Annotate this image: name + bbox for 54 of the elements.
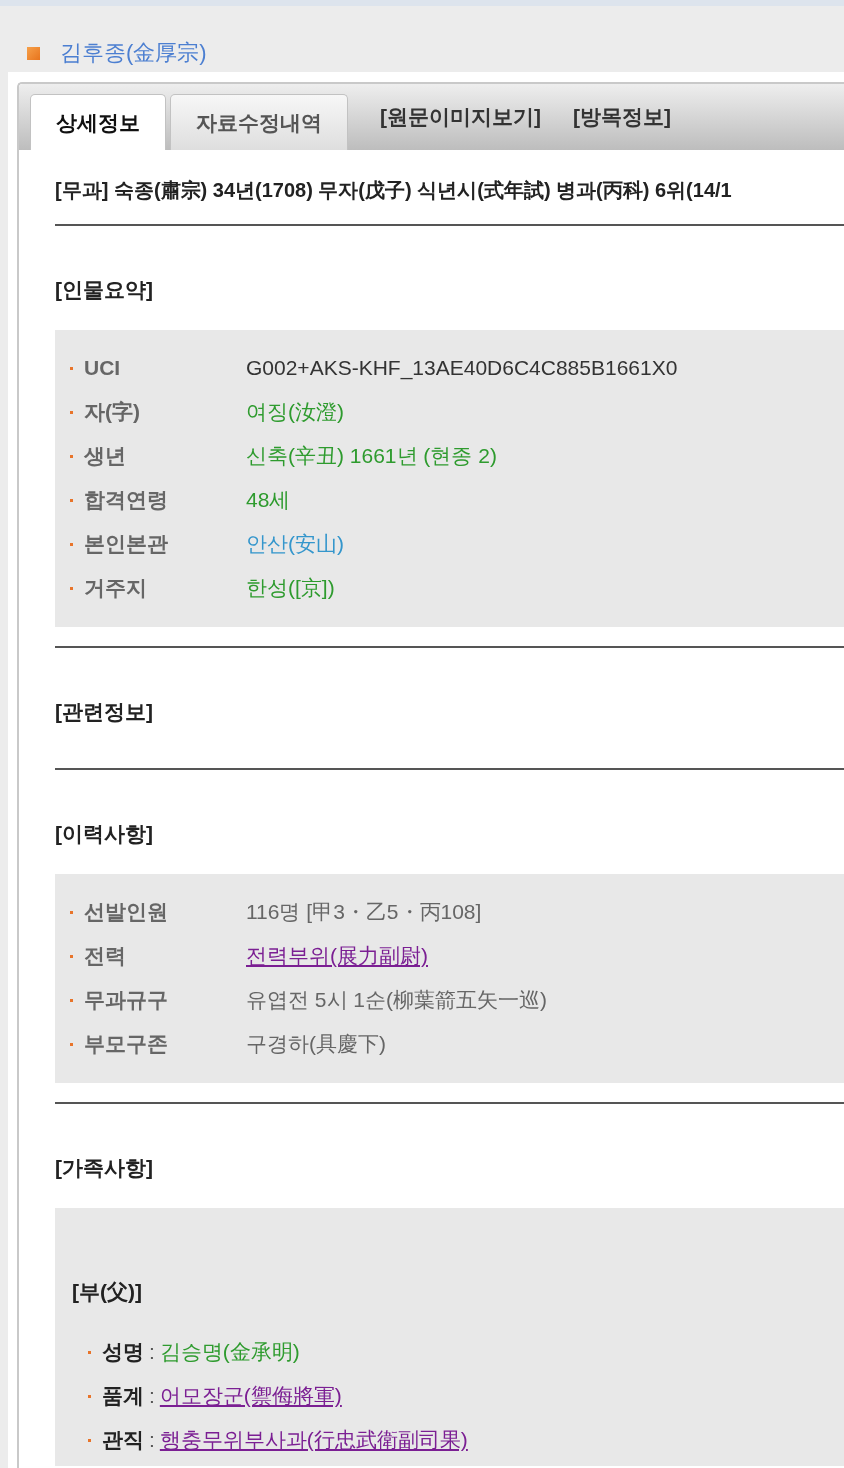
field-value: 김승명(金承明): [159, 1339, 300, 1365]
bullet-icon: [70, 498, 73, 502]
field-value: 신축(辛丑) 1661년 (현종 2): [246, 443, 497, 469]
label-separator: :: [149, 1384, 155, 1408]
bullet-icon: [70, 1042, 73, 1046]
section-heading: [가족사항]: [55, 1155, 154, 1181]
bullet-icon: [70, 910, 73, 914]
field-label: 성명: [102, 1339, 144, 1365]
field-label: 거주지: [84, 575, 148, 601]
bullet-icon: [88, 1350, 91, 1354]
value-link[interactable]: 어모장군(禦侮將軍): [159, 1382, 342, 1410]
square-icon: [27, 47, 40, 60]
value-link[interactable]: 행충무위부사과(行忠武衛副司果): [159, 1426, 468, 1454]
bullet-icon: [70, 454, 73, 458]
field-label: 무과규구: [84, 987, 169, 1013]
bullet-icon: [88, 1394, 91, 1398]
field-value: 116명 [甲3・乙5・丙108]: [246, 899, 482, 925]
field-label: 품계: [102, 1383, 144, 1409]
bullet-icon: [70, 410, 73, 414]
bullet-icon: [70, 998, 73, 1002]
field-label: 부모구존: [84, 1031, 169, 1057]
field-value: 여징(汝澄): [246, 399, 344, 425]
field-label: 합격연령: [84, 487, 169, 513]
field-label: 생년: [84, 443, 127, 469]
field-label: 자(字): [84, 399, 141, 425]
bullet-icon: [88, 1438, 91, 1442]
relation-heading: [부(父)]: [72, 1279, 143, 1305]
label-separator: :: [149, 1340, 155, 1364]
value-link[interactable]: 전력부위(展力副尉): [246, 942, 428, 970]
field-value: G002+AKS-KHF_13AE40D6C4C885B1661X0: [246, 356, 678, 380]
section-heading: [관련정보]: [55, 699, 154, 725]
exam-result-heading: [무과] 숙종(肅宗) 34년(1708) 무자(戊子) 식년시(式年試) 병과(丙科) 6위(14/1: [55, 178, 733, 203]
field-value: 안산(安山): [246, 531, 344, 557]
bullet-icon: [70, 586, 73, 590]
bullet-icon: [70, 954, 73, 958]
field-label: UCI: [84, 356, 122, 380]
tab[interactable]: 상세정보: [30, 94, 166, 150]
page-title: 김후종(金厚宗): [60, 39, 207, 67]
section-heading: [이력사항]: [55, 821, 154, 847]
field-value: 48세: [246, 487, 291, 513]
tab-link[interactable]: [방목정보]: [573, 103, 671, 131]
bullet-icon: [70, 542, 73, 546]
tab[interactable]: 자료수정내역: [170, 94, 348, 150]
field-label: 선발인원: [84, 899, 169, 925]
tab-link[interactable]: [원문이미지보기]: [380, 103, 541, 131]
field-value: 한성([京]): [246, 575, 335, 601]
bullet-icon: [70, 366, 73, 370]
section-heading: [인물요약]: [55, 277, 154, 303]
field-value: 유엽전 5시 1순(柳葉箭五矢一巡): [246, 987, 547, 1013]
field-label: 전력: [84, 943, 127, 969]
label-separator: :: [149, 1428, 155, 1452]
field-value: 구경하(具慶下): [246, 1031, 386, 1057]
field-label: 본인본관: [84, 531, 169, 557]
field-label: 관직: [102, 1427, 144, 1453]
